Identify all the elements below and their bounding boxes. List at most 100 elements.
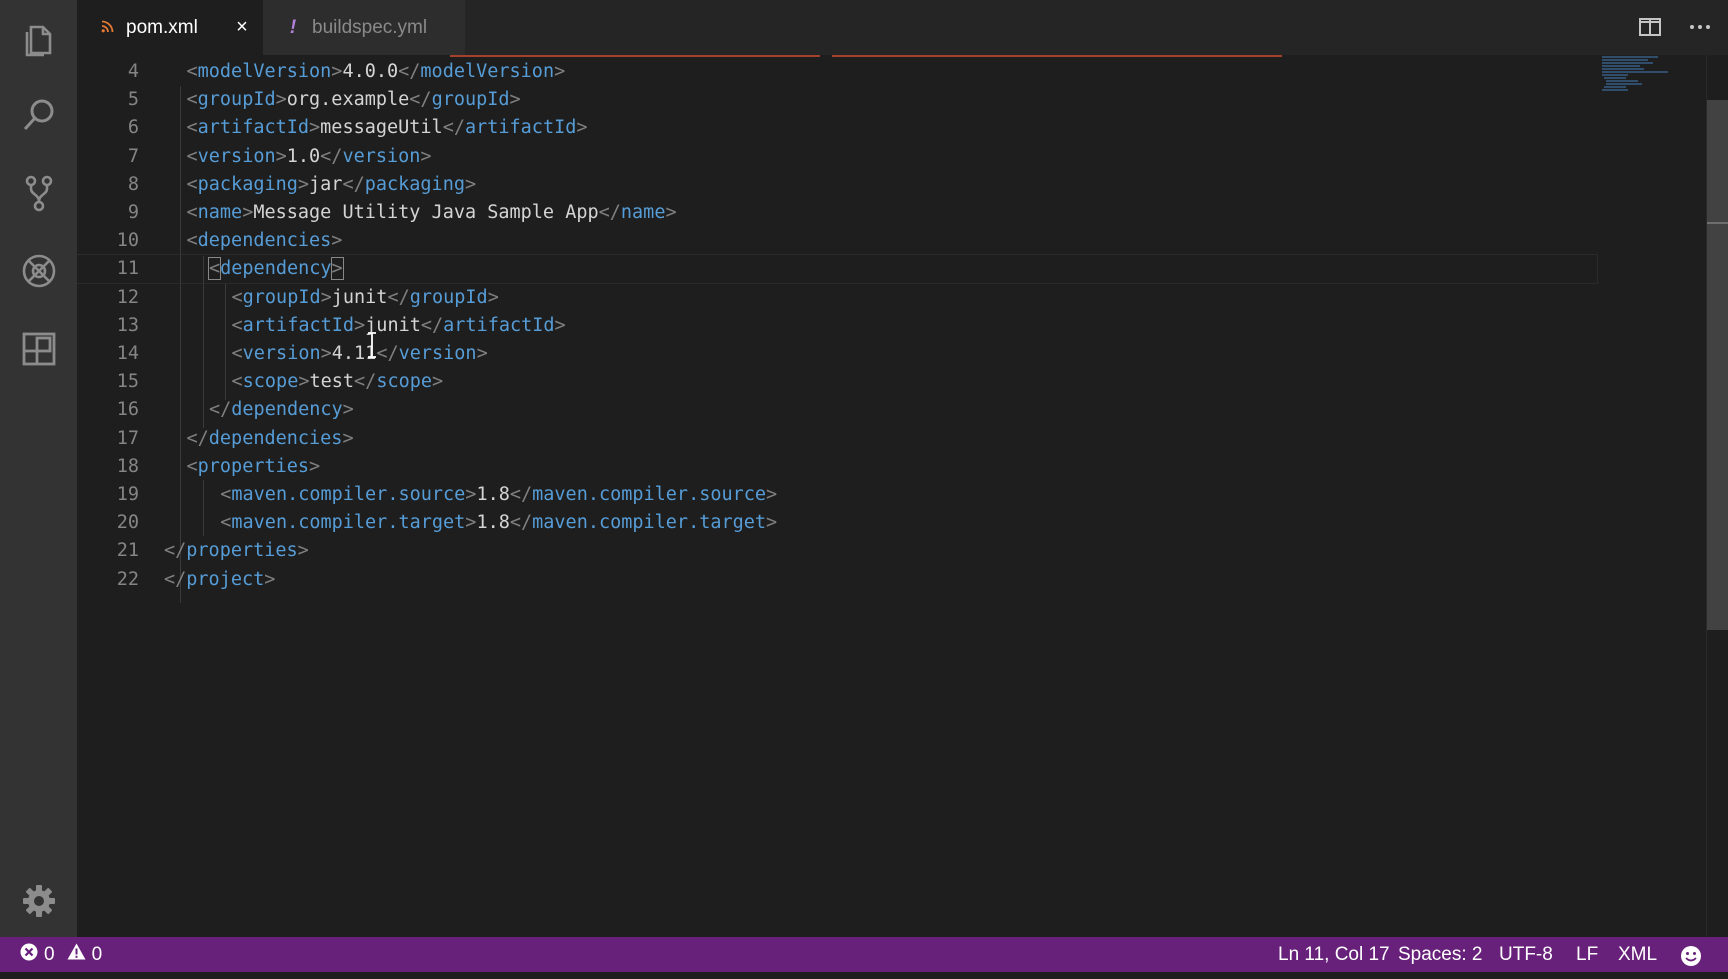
search-icon[interactable] [18,94,60,136]
xml-tag: groupId [197,89,276,111]
xml-text: junit [331,286,388,308]
code-line[interactable]: 15 <scope>test</scope> [77,368,1597,396]
code-line[interactable]: 13 <artifactId>junit</artifactId> [77,312,1597,340]
text-cursor-icon [368,332,376,358]
xml-punct: > [509,89,521,111]
xml-punct: </ [186,427,209,449]
code-content: </project> [164,566,275,594]
code-content: <artifactId>junit</artifactId> [232,312,566,340]
xml-tag: project [186,568,265,590]
xml-tag: artifactId [242,314,355,336]
xml-tag: packaging [197,173,298,195]
xml-tag: maven.compiler.source [532,484,767,505]
extensions-icon[interactable] [18,328,60,370]
xml-punct: </ [387,286,410,308]
indentation[interactable]: Spaces: 2 [1398,937,1483,972]
xml-tag: version [398,343,477,364]
code-line[interactable]: 5 <groupId>org.example</groupId> [77,86,1597,114]
smiley-icon[interactable] [1680,944,1702,966]
line-number: 21 [116,540,139,562]
xml-punct: > [766,484,778,505]
underline-decoration [832,55,1282,57]
problems-indicator[interactable]: 0 0 [20,937,108,972]
code-line[interactable]: 21 </properties> [77,537,1597,565]
xml-punct: </ [509,484,533,505]
code-content: <maven.compiler.target>1.8</maven.compil… [220,509,777,537]
xml-tag: maven.compiler.source [231,484,466,505]
line-ending[interactable]: LF [1576,937,1598,972]
debug-icon[interactable] [18,250,60,292]
xml-punct: > [554,61,566,82]
xml-tag: modelVersion [420,61,555,82]
xml-punct: > [464,173,477,195]
code-line[interactable]: 9 <name>Message Utility Java Sample App</… [77,199,1597,227]
warning-icon [67,943,86,966]
xml-tag: version [197,145,276,167]
split-editor-icon[interactable] [1637,14,1665,42]
gear-icon[interactable] [18,880,60,922]
more-actions-icon[interactable] [1687,14,1715,42]
tab-pom-xml[interactable]: pom.xml × [77,0,263,55]
xml-tag: modelVersion [197,61,332,82]
code-line[interactable]: 22 </project> [77,566,1597,594]
line-number: 4 [127,61,139,82]
line-number: 17 [116,427,139,449]
code-line[interactable]: 10 <dependencies> [77,227,1597,255]
code-line[interactable]: 6 <artifactId>messageUtil</artifactId> [77,114,1597,142]
xml-punct: </ [164,568,187,590]
xml-punct: < [186,455,198,477]
xml-punct: < [186,89,198,111]
code-content: <version>4.11</version> [232,340,488,368]
xml-punct: </ [398,61,421,82]
xml-punct: > [297,173,310,195]
code-line[interactable]: 17 </dependencies> [77,425,1597,453]
tab-buildspec-yml[interactable]: ! buildspec.yml [263,0,465,55]
encoding[interactable]: UTF-8 [1499,937,1553,972]
xml-punct: </ [164,540,187,562]
code-content: <version>1.0</version> [187,143,432,171]
close-icon[interactable]: × [230,15,254,39]
code-line[interactable]: 14 <version>4.11</version> [77,340,1597,368]
xml-tag: name [197,202,243,223]
code-editor[interactable]: 4 <modelVersion>4.0.0</modelVersion> 5 <gro… [77,55,1706,937]
xml-punct: < [186,173,198,195]
code-line[interactable]: 8 <packaging>jar</packaging> [77,171,1597,199]
xml-punct: > [465,484,477,505]
xml-punct: > [242,202,254,223]
line-number: 16 [116,399,139,421]
vertical-scrollbar[interactable] [1706,55,1728,937]
xml-punct: < [231,286,243,308]
xml-punct: > [342,427,354,449]
cursor-position[interactable]: Ln 11, Col 17 [1278,937,1390,972]
explorer-icon[interactable] [18,18,60,60]
code-line[interactable]: 16 </dependency> [77,396,1597,424]
tab-label: buildspec.yml [312,16,428,38]
xml-text: jar [309,173,343,195]
code-line[interactable]: 18 <properties> [77,453,1597,481]
code-line[interactable]: 20 <maven.compiler.target>1.8</maven.comp… [77,509,1597,537]
xml-punct: </ [420,314,444,336]
code-line[interactable]: 12 <groupId>junit</groupId> [77,284,1597,312]
line-number: 6 [127,117,139,139]
xml-punct: < [231,314,243,336]
source-control-icon[interactable] [18,172,60,214]
xml-punct: > [330,257,344,281]
code-line[interactable]: 19 <maven.compiler.source>1.8</maven.comp… [77,481,1597,509]
xml-punct: > [275,145,287,167]
code-line[interactable]: 4 <modelVersion>4.0.0</modelVersion> [77,58,1597,86]
scrollbar-thumb[interactable] [1707,100,1728,630]
code-content: <modelVersion>4.0.0</modelVersion> [187,58,566,86]
line-number: 12 [116,286,139,308]
minimap[interactable] [1598,55,1686,95]
xml-punct: > [432,371,444,393]
line-number: 8 [127,173,139,195]
xml-tag: maven.compiler.target [231,512,466,534]
code-line[interactable]: 11 <dependency> [77,254,1598,285]
language-mode[interactable]: XML [1618,937,1657,972]
code-content: <scope>test</scope> [232,368,444,396]
xml-tag: properties [197,455,310,477]
xml-punct: > [665,202,677,223]
code-line[interactable]: 7 <version>1.0</version> [77,143,1597,171]
xml-text: 1.8 [476,512,510,534]
xml-text: Message Utility Java Sample App [253,202,599,223]
